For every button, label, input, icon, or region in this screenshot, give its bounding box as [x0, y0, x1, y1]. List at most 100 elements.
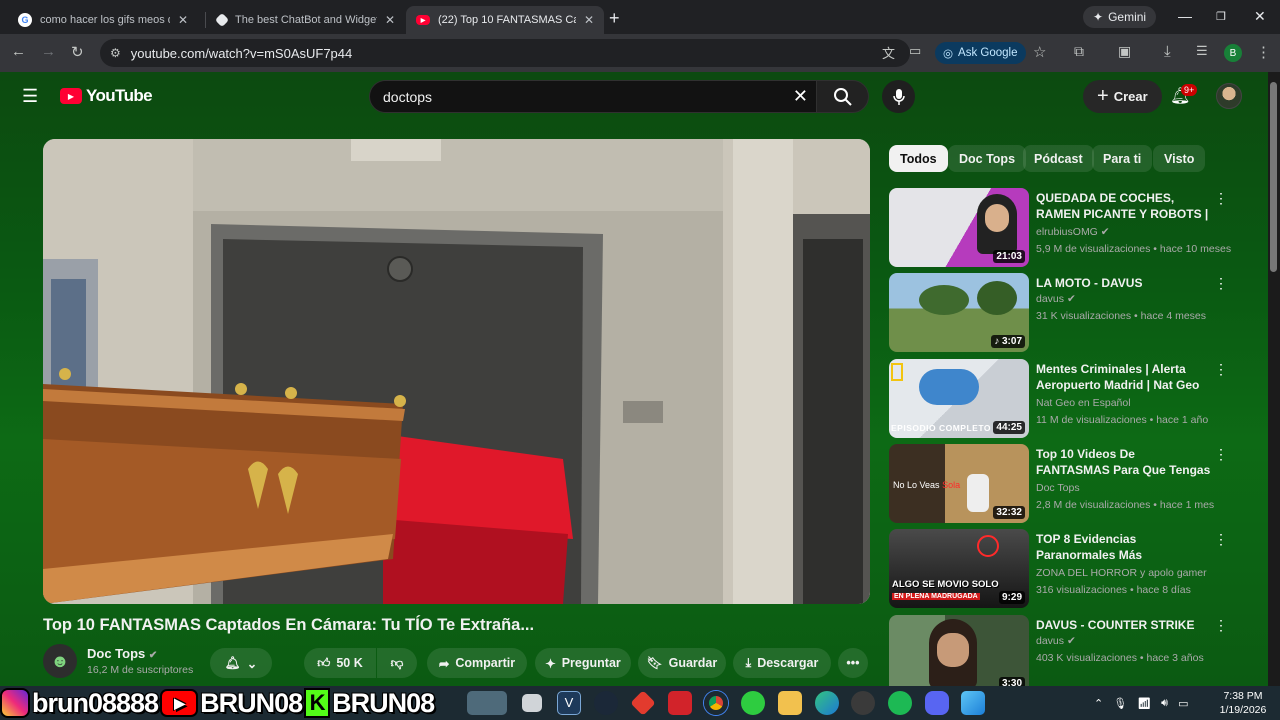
video-player[interactable] — [43, 139, 870, 604]
battery-icon[interactable]: ▭ — [1178, 697, 1188, 710]
spotify-icon[interactable] — [888, 691, 912, 715]
new-tab-button[interactable]: + — [609, 8, 620, 29]
chip-doc-tops[interactable]: Doc Tops — [948, 145, 1027, 172]
thumbnail-overlay-text: No Lo Veas Sola — [893, 480, 961, 490]
ask-google-button[interactable]: ◎ Ask Google — [935, 42, 1026, 64]
video-thumbnail[interactable]: EPISODIO COMPLETO 44:25 — [889, 359, 1029, 438]
browser-menu-icon[interactable]: ⋮ — [1256, 43, 1271, 61]
recommendation-item[interactable]: No Lo Veas Sola 32:32 Top 10 Videos De F… — [889, 444, 1264, 524]
app-v-icon[interactable]: V — [557, 691, 581, 715]
profile-avatar[interactable]: B — [1224, 44, 1242, 62]
file-explorer-icon[interactable] — [778, 691, 802, 715]
search-input[interactable]: doctops ✕ — [369, 80, 817, 113]
volume-icon[interactable]: 🔊︎ — [1161, 697, 1168, 710]
search-button[interactable] — [816, 80, 869, 113]
site-info-icon[interactable]: ⚙ — [110, 46, 121, 60]
page-scrollbar[interactable] — [1268, 72, 1280, 686]
close-tab-icon[interactable]: ✕ — [584, 13, 594, 27]
reload-icon[interactable]: ↻ — [71, 43, 84, 61]
hamburger-menu-icon[interactable]: ☰ — [22, 86, 38, 107]
chip-podcast[interactable]: Pódcast — [1023, 145, 1094, 172]
more-vertical-icon[interactable]: ⋮ — [1214, 361, 1228, 378]
more-actions-button[interactable]: ••• — [838, 648, 868, 678]
channel-avatar[interactable]: ☻ — [43, 644, 77, 678]
close-tab-icon[interactable]: ✕ — [385, 13, 395, 27]
clear-search-icon[interactable]: ✕ — [793, 86, 808, 107]
reading-list-icon[interactable]: ☰ — [1196, 43, 1208, 59]
video-thumbnail[interactable]: 3:30 — [889, 615, 1029, 694]
video-thumbnail[interactable]: ALGO SE MOVIO SOLO EN PLENA MADRUGADA 9:… — [889, 529, 1029, 608]
channel-name[interactable]: Doc Tops ✔ — [87, 646, 157, 661]
app-diamond-icon[interactable] — [630, 690, 656, 716]
voice-search-button[interactable] — [882, 80, 915, 113]
recommendation-channel[interactable]: davus ✔ — [1036, 635, 1076, 647]
more-vertical-icon[interactable]: ⋮ — [1214, 190, 1228, 207]
tab-chatbot[interactable]: The best ChatBot and Widgets fo ✕ — [207, 6, 405, 34]
tab-google-search[interactable]: G como hacer los gifs meos de una ✕ — [8, 6, 198, 34]
recommendation-item[interactable]: 21:03 QUEDADA DE COCHES, RAMEN PICANTE Y… — [889, 188, 1264, 268]
chip-para-ti[interactable]: Para ti — [1092, 145, 1153, 172]
recommendation-item[interactable]: ALGO SE MOVIO SOLO EN PLENA MADRUGADA 9:… — [889, 529, 1264, 609]
translate-icon[interactable]: 文 — [882, 43, 895, 62]
close-window-icon[interactable]: ✕ — [1254, 8, 1266, 25]
forward-icon[interactable]: → — [41, 43, 56, 60]
discord-icon[interactable] — [925, 691, 949, 715]
save-button[interactable]: 🔖︎ Guardar — [638, 648, 726, 678]
address-bar[interactable]: ⚙ youtube.com/watch?v=mS0AsUF7p44 — [100, 39, 910, 67]
bookmark-star-icon[interactable]: ☆ — [1033, 43, 1046, 61]
tab-youtube-active[interactable]: ▶ (22) Top 10 FANTASMAS Captado ✕ — [406, 6, 604, 34]
chip-all[interactable]: Todos — [889, 145, 948, 172]
edge-icon[interactable] — [815, 691, 839, 715]
steam-icon[interactable] — [594, 691, 618, 715]
recommendation-channel[interactable]: elrubiusOMG ✔ — [1036, 226, 1110, 238]
video-thumbnail[interactable]: 21:03 — [889, 188, 1029, 267]
chip-visto[interactable]: Visto — [1153, 145, 1206, 172]
more-vertical-icon[interactable]: ⋮ — [1214, 446, 1228, 463]
like-button[interactable]: 👍︎ 50 K — [304, 648, 376, 678]
minimize-icon[interactable]: — — [1178, 8, 1192, 24]
share-button[interactable]: ➦ Compartir — [427, 648, 527, 678]
download-button[interactable]: ⤓ Descargar — [733, 648, 831, 678]
task-view-icon[interactable] — [522, 694, 542, 712]
chevron-up-icon[interactable]: ⌃ — [1094, 697, 1103, 710]
recommendation-item[interactable]: ♪ 3:07 LA MOTO - DAVUS davus ✔ 31 K visu… — [889, 273, 1264, 353]
video-thumbnail[interactable]: No Lo Veas Sola 32:32 — [889, 444, 1029, 523]
app-red-icon[interactable] — [668, 691, 692, 715]
sidebar-icon[interactable]: ▣ — [1118, 43, 1131, 60]
thumbs-up-icon: 👍︎ — [317, 655, 331, 670]
recommendation-channel[interactable]: Doc Tops — [1036, 482, 1080, 494]
gemini-button[interactable]: ✦ Gemini — [1083, 6, 1157, 28]
recommendation-item[interactable]: 3:30 DAVUS - COUNTER STRIKE davus ✔ 403 … — [889, 615, 1264, 695]
recommendation-item[interactable]: EPISODIO COMPLETO 44:25 Mentes Criminale… — [889, 359, 1264, 439]
widgets-icon[interactable] — [467, 691, 507, 715]
wifi-icon[interactable]: 📶︎ — [1137, 697, 1151, 710]
chrome-icon[interactable] — [704, 691, 728, 715]
extensions-icon[interactable]: ⧉ — [1074, 43, 1084, 60]
back-icon[interactable]: ← — [11, 43, 26, 60]
video-thumbnail[interactable]: ♪ 3:07 — [889, 273, 1029, 352]
app-green-icon[interactable] — [741, 691, 765, 715]
streamer-social-banner: brun08888 ▶ BRUN08 K BRUN08 — [0, 686, 435, 720]
dislike-button[interactable]: 👎︎ — [377, 648, 417, 678]
download-icon[interactable]: ⤓ — [1164, 43, 1171, 60]
clock[interactable]: 7:38 PM 1/19/2026 — [1215, 689, 1271, 717]
user-avatar[interactable] — [1216, 83, 1242, 109]
recommendation-channel[interactable]: ZONA DEL HORROR y apolo gamer — [1036, 567, 1207, 579]
more-vertical-icon[interactable]: ⋮ — [1214, 531, 1228, 548]
more-vertical-icon[interactable]: ⋮ — [1214, 617, 1228, 634]
subscribe-bell-button[interactable]: 🔔︎ ⌄ — [210, 648, 272, 678]
youtube-logo[interactable]: ▶ YouTube — [60, 86, 153, 106]
more-vertical-icon[interactable]: ⋮ — [1214, 275, 1228, 292]
app-gear-icon[interactable] — [851, 691, 875, 715]
recommendation-channel[interactable]: Nat Geo en Español — [1036, 397, 1131, 409]
cast-icon[interactable]: ▭ — [909, 43, 921, 59]
recommendation-channel[interactable]: davus ✔ — [1036, 293, 1076, 305]
maximize-icon[interactable]: ❐ — [1216, 10, 1226, 23]
lens-icon: ◎ — [943, 48, 954, 60]
close-tab-icon[interactable]: ✕ — [178, 13, 188, 27]
scrollbar-thumb[interactable] — [1270, 82, 1277, 272]
photos-icon[interactable] — [961, 691, 985, 715]
create-button[interactable]: + Crear — [1083, 80, 1162, 113]
ask-button[interactable]: ✦ Preguntar — [535, 648, 631, 678]
microphone-icon[interactable]: 🎙︎ — [1113, 697, 1127, 710]
